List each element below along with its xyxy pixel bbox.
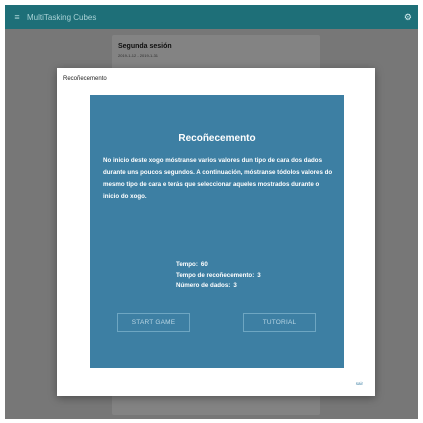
start-game-button[interactable]: START GAME [117,313,190,332]
stat-value: 3 [233,282,237,289]
top-bar: ≡ MultiTasking Cubes ⚙ [5,5,418,29]
dialog-title: Recoñecemento [63,76,107,82]
panel-heading: Recoñecemento [178,133,256,144]
stat-dice-count: Número de dados: 3 [176,281,261,292]
panel-description: No inicio deste xogo móstranse varios va… [103,157,333,200]
stat-label: Tempo: [176,261,198,268]
stat-label: Número de dados: [176,282,231,289]
stat-value: 3 [257,271,261,279]
info-panel: Recoñecemento No inicio deste xogo móstr… [90,95,344,368]
dialog: Recoñecemento Recoñecemento No inicio de… [57,68,375,396]
menu-icon[interactable]: ≡ [11,12,23,22]
stat-recognition-time: Tempo de recoñecemento: 3 [176,271,261,282]
stat-label: Tempo de recoñecemento: [176,271,255,279]
stat-value: 60 [200,261,208,268]
gear-icon[interactable]: ⚙ [404,12,412,23]
exit-link[interactable]: sair [356,381,363,386]
stat-time: Tempo: 60 [176,260,261,271]
game-stats: Tempo: 60 Tempo de recoñecemento: 3 Núme… [176,260,261,292]
tutorial-button[interactable]: TUTORIAL [243,313,316,332]
app-title: MultiTasking Cubes [27,12,97,22]
